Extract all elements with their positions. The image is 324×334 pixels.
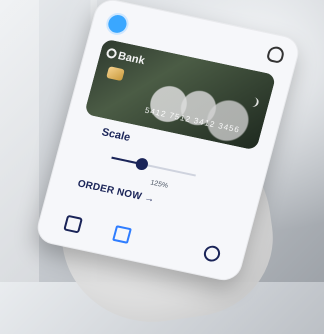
gallery-icon[interactable]	[63, 214, 83, 234]
card-bank-name: Bank	[116, 50, 147, 68]
contactless-icon	[245, 95, 260, 108]
expand-icon[interactable]	[112, 225, 132, 244]
card-brand-icon	[105, 47, 118, 60]
chip-icon	[106, 66, 125, 82]
slider-thumb[interactable]	[134, 157, 150, 172]
